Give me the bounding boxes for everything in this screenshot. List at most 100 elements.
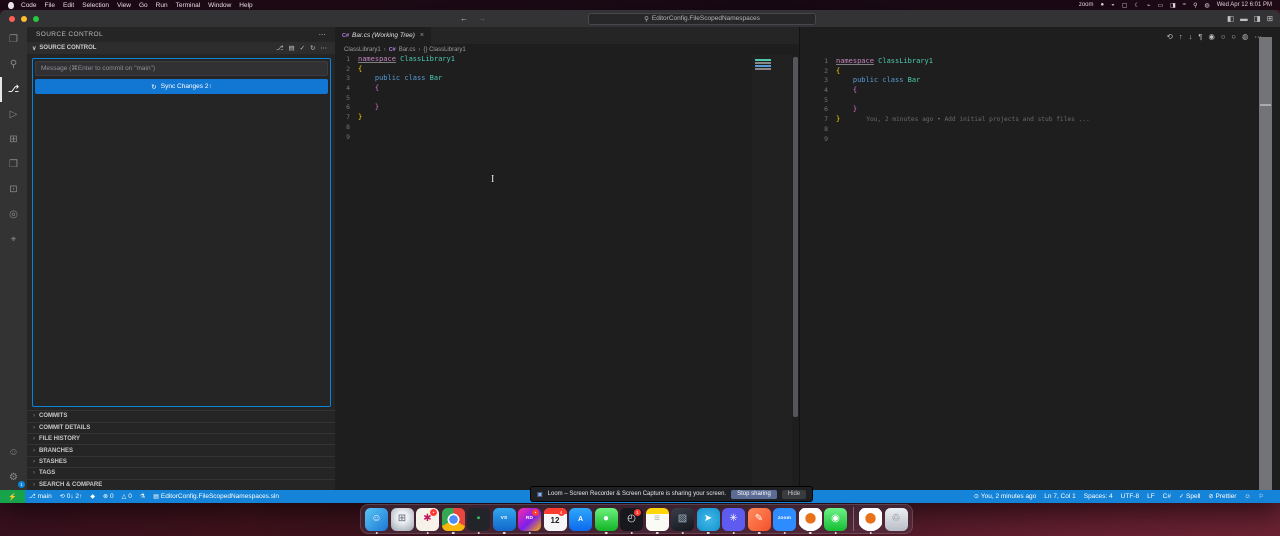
chrome-icon[interactable]: • [441, 507, 465, 534]
close-window-button[interactable] [9, 15, 15, 22]
status-item[interactable]: Ln 7, Col 1 [1044, 493, 1075, 500]
status-item[interactable]: △ 0 [122, 493, 132, 500]
menu-bar-status-icon[interactable]: ● [1101, 2, 1105, 8]
code-editor-right[interactable]: 1 namespace ClassLibrary1 2 { 3 public c… [813, 57, 1250, 490]
slack-icon[interactable]: ✱ • • [416, 507, 439, 534]
menu-bar-clock[interactable]: Wed Apr 12 6:01 PM [1217, 2, 1272, 8]
sidebar-section-row[interactable]: › TAGS [27, 467, 335, 479]
apple-logo-icon[interactable] [8, 1, 14, 9]
zoom-window-button[interactable] [33, 15, 39, 22]
finder-icon[interactable]: ☺ • [365, 507, 388, 534]
layout-toggle-icon[interactable]: ◨ [1254, 14, 1261, 23]
menu-bar-status-icon[interactable]: ⌁ [1147, 2, 1151, 9]
clock-app-icon[interactable]: ◴ 1 • [620, 507, 643, 534]
status-item[interactable]: ✓ Spell [1179, 493, 1201, 500]
status-item[interactable]: ⚐ [1259, 493, 1264, 500]
gitlens-inspect-icon[interactable]: ⌖ [0, 227, 27, 252]
menu-item[interactable]: Window [208, 2, 231, 9]
hide-button[interactable]: Hide [781, 489, 807, 499]
layout-toggle-icon[interactable]: ▬ [1240, 14, 1248, 23]
sidebar-section-row[interactable]: › COMMIT DETAILS [27, 421, 335, 434]
status-item[interactable]: ⎇ main [29, 493, 52, 500]
postman-icon[interactable]: ✎ • [747, 507, 771, 534]
stop-sharing-button[interactable]: Stop sharing [731, 489, 777, 499]
sidebar-section-row[interactable]: › STASHES [27, 455, 335, 468]
terminal-app-icon[interactable]: ▪ • [467, 507, 490, 534]
extensions-icon[interactable]: ⊞ [0, 127, 27, 152]
vscode-icon[interactable]: VS • [492, 507, 516, 534]
sync-changes-button[interactable]: ↻ Sync Changes 2↑ [35, 79, 328, 94]
status-item[interactable]: Spaces: 4 [1084, 493, 1113, 500]
editor-action-icon[interactable]: ⟲ [1167, 32, 1173, 41]
gitlens-icon[interactable]: ◎ [0, 202, 27, 227]
openvpn-icon[interactable]: • [859, 507, 882, 534]
status-item[interactable]: ⊗ 0 [103, 493, 114, 500]
scm-action-icon[interactable]: ▤ [288, 44, 294, 52]
code-editor-left[interactable]: 1 namespace ClassLibrary1 2 { 3 public c… [335, 55, 751, 490]
sidebar-section-row[interactable]: › COMMITS [27, 410, 335, 422]
notes-icon[interactable]: ≡ • [645, 507, 669, 534]
status-item[interactable]: ⊙ You, 2 minutes ago [974, 493, 1036, 500]
status-item[interactable]: LF [1147, 493, 1155, 500]
remote-indicator[interactable]: ⚡ [0, 490, 25, 503]
accounts-icon[interactable]: ☺ [0, 440, 27, 465]
run-debug-icon[interactable]: ▷ [0, 102, 27, 127]
scm-action-icon[interactable]: ↻ [310, 44, 315, 52]
menu-item[interactable]: Run [156, 2, 168, 9]
scm-action-icon[interactable]: ⋯ [321, 44, 328, 52]
status-item[interactable]: UTF-8 [1121, 493, 1139, 500]
status-item[interactable]: ▤ EditorConfig.FileScopedNamespaces.sln [153, 493, 279, 500]
close-tab-icon[interactable]: × [420, 32, 424, 39]
source-control-icon[interactable]: ⎇ [0, 77, 27, 102]
status-item[interactable]: ⟲ 0↓ 2↑ [60, 493, 83, 500]
remote-explorer-icon[interactable]: ❒ [0, 152, 27, 177]
app-store-icon[interactable]: A [569, 507, 592, 531]
breadcrumb[interactable]: ClassLibrary1 › C# Bar.cs › {} ClassLibr… [335, 44, 799, 55]
menu-item[interactable]: Go [139, 2, 148, 9]
layout-toggle-icon[interactable]: ⊞ [1267, 14, 1273, 23]
telegram-icon[interactable]: ➤ • [696, 507, 720, 534]
editor-action-icon[interactable]: ↓ [1189, 32, 1193, 41]
sidebar-section-row[interactable]: › FILE HISTORY [27, 433, 335, 445]
back-button[interactable]: ← [460, 14, 468, 23]
rider-icon[interactable]: RD • • [518, 507, 541, 534]
menu-bar-status-icon[interactable]: zoom [1079, 2, 1094, 8]
scm-section-header[interactable]: ∨ SOURCE CONTROL ⎇ ▤ ✓ ↻ ⋯ [27, 42, 335, 54]
launchpad-icon[interactable]: ⊞ [390, 507, 414, 531]
menu-item[interactable]: Selection [82, 2, 109, 9]
media-app-icon[interactable]: ▨ • [671, 507, 694, 534]
menu-bar-status-icon[interactable]: ◨ [1170, 2, 1176, 9]
status-item[interactable]: C# [1163, 493, 1171, 500]
scm-action-icon[interactable]: ⎇ [276, 44, 284, 52]
tab-bar-cs-working-tree[interactable]: C# Bar.cs (Working Tree) × [335, 27, 432, 44]
breadcrumb-file[interactable]: Bar.cs [399, 47, 416, 53]
menu-bar-status-icon[interactable]: ▭ [1157, 2, 1163, 9]
menu-bar-status-icon[interactable]: ⚲ [1193, 2, 1197, 9]
editor-action-icon[interactable]: ○ [1231, 32, 1236, 41]
menu-item[interactable]: Help [239, 2, 252, 9]
scrollbar[interactable] [1259, 37, 1272, 490]
editor-action-icon[interactable]: ¶ [1198, 32, 1202, 41]
docker-icon[interactable]: ⊡ [0, 177, 27, 202]
messages-icon[interactable]: ● • [594, 507, 618, 534]
forward-button[interactable]: → [478, 14, 486, 23]
menu-item[interactable]: Terminal [176, 2, 201, 9]
explorer-icon[interactable]: ❐ [0, 27, 27, 52]
layout-toggle-icon[interactable]: ◧ [1227, 14, 1234, 23]
command-center[interactable]: ⚲ EditorConfig.FileScopedNamespaces [588, 12, 816, 25]
minimap[interactable] [752, 55, 792, 490]
calendar-icon[interactable]: 12 4 • [543, 507, 567, 531]
status-item[interactable]: ⊘ Prettier [1208, 493, 1236, 500]
menu-bar-status-icon[interactable]: ▢ [1122, 2, 1128, 9]
editor-action-icon[interactable]: ↑ [1179, 32, 1183, 41]
facetime-icon[interactable]: ◉ • [824, 507, 847, 534]
minimize-window-button[interactable] [21, 15, 27, 22]
trash-icon[interactable]: ♲ [884, 507, 908, 531]
editor-action-icon[interactable]: ◉ [1208, 32, 1215, 41]
editor-action-icon[interactable]: ◍ [1242, 32, 1249, 41]
breadcrumb-symbol[interactable]: {} ClassLibrary1 [423, 47, 465, 53]
status-item[interactable]: ⚗ [140, 493, 145, 500]
status-item[interactable]: ◆ [90, 493, 95, 500]
menu-bar-status-icon[interactable]: ◒ [1111, 2, 1115, 8]
scrollbar[interactable] [793, 57, 798, 417]
